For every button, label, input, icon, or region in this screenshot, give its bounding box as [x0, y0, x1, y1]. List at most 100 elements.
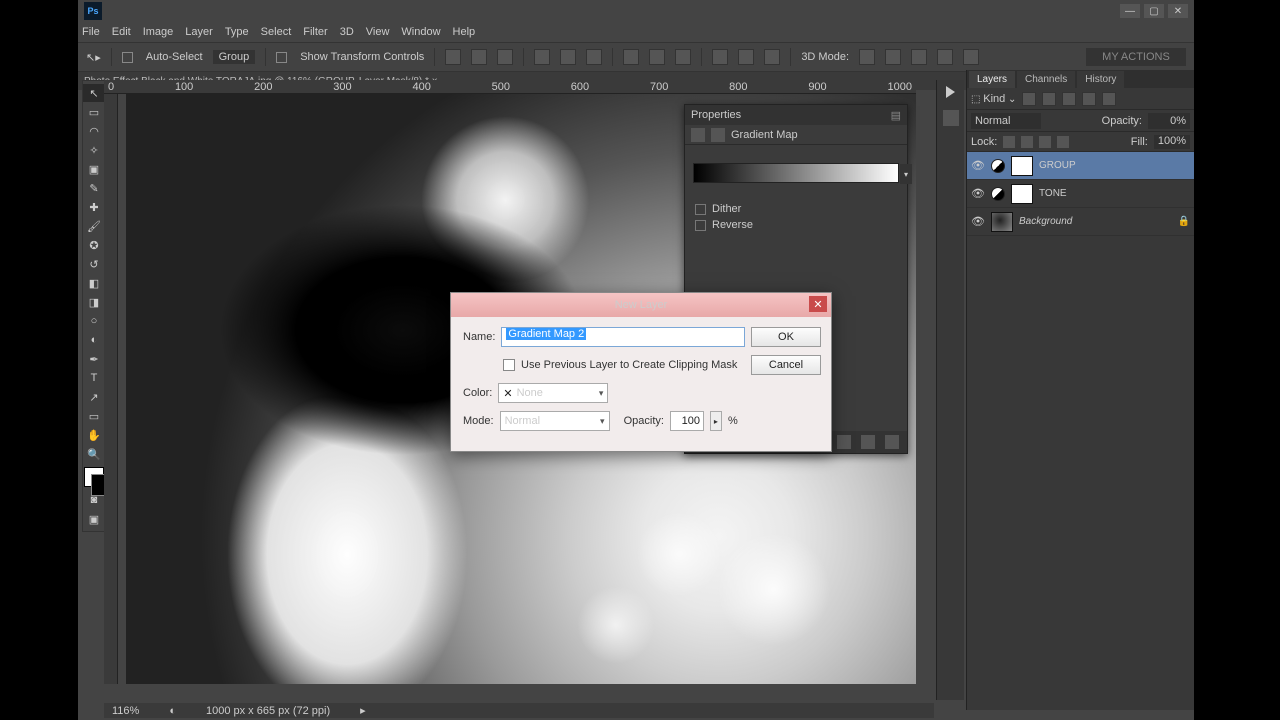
play-icon[interactable]: [946, 86, 955, 98]
tool-path[interactable]: ↗: [83, 388, 105, 406]
tool-blur[interactable]: ○: [83, 312, 105, 330]
filter-type-icon[interactable]: [1062, 92, 1076, 106]
3d-icon[interactable]: [859, 49, 875, 65]
tool-pen[interactable]: ✒: [83, 350, 105, 368]
dither-checkbox[interactable]: [695, 204, 706, 215]
tool-wand[interactable]: ✧: [83, 141, 105, 159]
fill-input[interactable]: 100%: [1154, 135, 1190, 149]
3d-icon[interactable]: [963, 49, 979, 65]
clipping-checkbox[interactable]: [503, 359, 515, 371]
filter-shape-icon[interactable]: [1082, 92, 1096, 106]
tab-layers[interactable]: Layers: [969, 71, 1015, 88]
distribute-icon[interactable]: [675, 49, 691, 65]
ok-button[interactable]: OK: [751, 327, 821, 347]
cancel-button[interactable]: Cancel: [751, 355, 821, 375]
panel-icon[interactable]: [943, 110, 959, 126]
screenmode-icon[interactable]: ▣: [83, 510, 105, 528]
tool-marquee[interactable]: ▭: [83, 103, 105, 121]
tool-type[interactable]: T: [83, 369, 105, 387]
tool-zoom[interactable]: 🔍: [83, 445, 105, 463]
align-icon[interactable]: [534, 49, 550, 65]
align-icon[interactable]: [586, 49, 602, 65]
3d-icon[interactable]: [911, 49, 927, 65]
menu-3d[interactable]: 3D: [340, 26, 354, 38]
tool-heal[interactable]: ✚: [83, 198, 105, 216]
visibility-icon[interactable]: 👁: [971, 159, 985, 173]
tool-hand[interactable]: ✋: [83, 426, 105, 444]
lock-all-icon[interactable]: [1057, 136, 1069, 148]
menu-type[interactable]: Type: [225, 26, 249, 38]
distribute-icon[interactable]: [623, 49, 639, 65]
tool-dodge[interactable]: ◐: [83, 331, 105, 349]
layer-name[interactable]: GROUP: [1039, 160, 1076, 171]
gradient-preview[interactable]: ▾: [693, 163, 899, 183]
tool-crop[interactable]: ▣: [83, 160, 105, 178]
blend-mode-dropdown[interactable]: Normal: [971, 113, 1041, 129]
color-dropdown[interactable]: ✕ None▾: [498, 383, 608, 403]
tool-stamp[interactable]: ✪: [83, 236, 105, 254]
mask-thumb[interactable]: [1011, 184, 1033, 204]
menu-select[interactable]: Select: [261, 26, 292, 38]
3d-icon[interactable]: [885, 49, 901, 65]
color-swatch[interactable]: [84, 467, 104, 487]
tool-gradient[interactable]: ◨: [83, 293, 105, 311]
tool-lasso[interactable]: ◠: [83, 122, 105, 140]
tool-shape[interactable]: ▭: [83, 407, 105, 425]
mode-dropdown[interactable]: Normal▾: [500, 411, 610, 431]
move-tool-icon[interactable]: ↖▸: [86, 51, 101, 64]
menu-layer[interactable]: Layer: [185, 26, 213, 38]
status-icon[interactable]: ◐: [169, 705, 176, 717]
tool-eraser[interactable]: ◧: [83, 274, 105, 292]
menu-help[interactable]: Help: [453, 26, 476, 38]
layer-row[interactable]: 👁 TONE: [967, 180, 1194, 208]
filter-smart-icon[interactable]: [1102, 92, 1116, 106]
eye-icon[interactable]: [837, 435, 851, 449]
menu-window[interactable]: Window: [401, 26, 440, 38]
distribute-icon[interactable]: [738, 49, 754, 65]
layer-thumb[interactable]: [991, 212, 1013, 232]
panel-menu-icon[interactable]: ▤: [891, 109, 901, 122]
auto-select-target[interactable]: Group: [213, 50, 256, 64]
menu-view[interactable]: View: [366, 26, 390, 38]
align-icon[interactable]: [471, 49, 487, 65]
doc-info[interactable]: 1000 px x 665 px (72 ppi): [206, 705, 330, 717]
tool-eyedropper[interactable]: ✎: [83, 179, 105, 197]
reverse-checkbox[interactable]: [695, 220, 706, 231]
lock-trans-icon[interactable]: [1003, 136, 1015, 148]
status-caret-icon[interactable]: ▸: [360, 704, 366, 717]
distribute-icon[interactable]: [712, 49, 728, 65]
tool-move[interactable]: ↖: [83, 84, 105, 102]
window-max-icon[interactable]: ▢: [1144, 4, 1164, 18]
tool-history-brush[interactable]: ↺: [83, 255, 105, 273]
opacity-stepper[interactable]: ▸: [710, 411, 722, 431]
align-icon[interactable]: [560, 49, 576, 65]
layer-row[interactable]: 👁 GROUP: [967, 152, 1194, 180]
filter-pixel-icon[interactable]: [1022, 92, 1036, 106]
name-input[interactable]: Gradient Map 2: [501, 327, 745, 347]
zoom-value[interactable]: 116%: [112, 705, 139, 717]
tool-brush[interactable]: 🖌: [83, 217, 105, 235]
tab-history[interactable]: History: [1077, 71, 1124, 88]
mask-icon[interactable]: [711, 128, 725, 142]
menu-edit[interactable]: Edit: [112, 26, 131, 38]
layer-name[interactable]: TONE: [1039, 188, 1067, 199]
lock-pixels-icon[interactable]: [1021, 136, 1033, 148]
menu-file[interactable]: File: [82, 26, 100, 38]
layer-name[interactable]: Background: [1019, 216, 1072, 227]
mask-thumb[interactable]: [1011, 156, 1033, 176]
menu-filter[interactable]: Filter: [303, 26, 327, 38]
layer-opacity-input[interactable]: 0%: [1148, 113, 1190, 129]
filter-kind[interactable]: ⬚ Kind ⌄: [971, 93, 1016, 105]
auto-select-checkbox[interactable]: [122, 52, 133, 63]
visibility-icon[interactable]: 👁: [971, 215, 985, 229]
menu-image[interactable]: Image: [143, 26, 174, 38]
window-min-icon[interactable]: —: [1120, 4, 1140, 18]
reset-icon[interactable]: [861, 435, 875, 449]
workspace-switcher[interactable]: MY ACTIONS: [1086, 48, 1186, 66]
filter-adjust-icon[interactable]: [1042, 92, 1056, 106]
gradient-picker-icon[interactable]: ▾: [900, 164, 912, 184]
window-close-icon[interactable]: ✕: [1168, 4, 1188, 18]
visibility-icon[interactable]: 👁: [971, 187, 985, 201]
close-icon[interactable]: ✕: [809, 296, 827, 312]
adjustment-icon[interactable]: [691, 128, 705, 142]
